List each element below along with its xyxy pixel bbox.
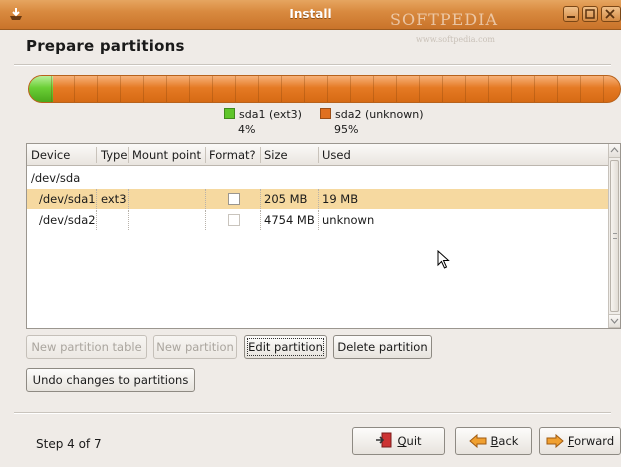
- partition-bar: [28, 75, 621, 103]
- new-partition-table-button[interactable]: New partition table: [26, 335, 147, 359]
- maximize-icon[interactable]: [582, 6, 598, 22]
- cell-divider: [96, 210, 97, 230]
- cell-divider: [96, 189, 97, 209]
- cell-divider: [128, 189, 129, 209]
- table-row[interactable]: /dev/sda: [27, 168, 610, 188]
- cell-size: 4754 MB: [264, 213, 315, 227]
- scroll-grip-icon: [613, 233, 617, 239]
- back-button[interactable]: Back: [455, 427, 532, 455]
- step-indicator: Step 4 of 7: [36, 437, 102, 451]
- vertical-scrollbar[interactable]: [608, 144, 620, 328]
- column-format[interactable]: Format?: [209, 148, 256, 162]
- title-bar[interactable]: Install: [0, 0, 621, 30]
- legend-sda2: sda2 (unknown) 95%: [320, 108, 424, 136]
- delete-partition-button[interactable]: Delete partition: [333, 335, 432, 359]
- format-checkbox[interactable]: [228, 193, 240, 205]
- column-type[interactable]: Type: [101, 148, 127, 162]
- column-divider: [205, 147, 206, 163]
- forward-button[interactable]: Forward: [539, 427, 621, 455]
- back-label: ack: [498, 434, 519, 448]
- cell-device: /dev/sda2: [39, 213, 96, 227]
- table-row[interactable]: /dev/sda2 4754 MB unknown: [27, 210, 610, 230]
- window-title: Install: [289, 7, 332, 21]
- divider: [14, 64, 611, 66]
- scroll-up-icon[interactable]: [609, 144, 620, 158]
- legend-sda1: sda1 (ext3) 4%: [224, 108, 302, 136]
- legend-label: sda1 (ext3): [239, 108, 302, 121]
- column-divider: [318, 147, 319, 163]
- legend-percent: 4%: [238, 123, 256, 136]
- quit-button[interactable]: Quit: [352, 427, 445, 455]
- cell-divider: [318, 189, 319, 209]
- new-partition-button[interactable]: New partition: [153, 335, 237, 359]
- forward-label: orward: [574, 434, 615, 448]
- mouse-pointer-icon: [437, 250, 450, 269]
- scroll-thumb[interactable]: [610, 160, 619, 312]
- page-title: Prepare partitions: [26, 37, 185, 55]
- cell-divider: [205, 210, 206, 230]
- cell-device: /dev/sda1: [39, 192, 96, 206]
- partition-table[interactable]: Device Type Mount point Format? Size Use…: [26, 143, 621, 329]
- legend-swatch-icon: [320, 108, 331, 119]
- scroll-down-icon[interactable]: [609, 314, 620, 328]
- edit-partition-button[interactable]: Edit partition: [244, 335, 327, 359]
- format-checkbox[interactable]: [228, 214, 240, 226]
- legend-percent: 95%: [334, 123, 359, 136]
- column-divider: [128, 147, 129, 163]
- close-icon[interactable]: [601, 6, 621, 22]
- column-size[interactable]: Size: [264, 148, 288, 162]
- column-device[interactable]: Device: [31, 148, 70, 162]
- cell-type: ext3: [101, 192, 127, 206]
- forward-arrow-icon: [546, 431, 564, 457]
- column-divider: [96, 147, 97, 163]
- cell-divider: [260, 189, 261, 209]
- column-used[interactable]: Used: [322, 148, 351, 162]
- cell-device: /dev/sda: [31, 171, 81, 185]
- table-header: Device Type Mount point Format? Size Use…: [27, 144, 610, 166]
- cell-divider: [128, 210, 129, 230]
- back-arrow-icon: [468, 431, 487, 457]
- watermark-url: www.softpedia.com: [416, 35, 495, 44]
- undo-changes-button[interactable]: Undo changes to partitions: [26, 368, 195, 392]
- cell-divider: [318, 210, 319, 230]
- quit-mnemonic: Q: [397, 434, 407, 448]
- table-row-selected[interactable]: /dev/sda1 ext3 205 MB 19 MB: [27, 189, 610, 209]
- column-mount-point[interactable]: Mount point: [132, 148, 201, 162]
- cell-divider: [260, 210, 261, 230]
- cell-used: unknown: [322, 213, 375, 227]
- legend-label: sda2 (unknown): [335, 108, 424, 121]
- cell-divider: [205, 189, 206, 209]
- minimize-icon[interactable]: [563, 6, 579, 22]
- cell-used: 19 MB: [322, 192, 359, 206]
- quit-label: uit: [406, 434, 422, 448]
- column-divider: [260, 147, 261, 163]
- legend-swatch-icon: [224, 108, 235, 119]
- cell-size: 205 MB: [264, 192, 308, 206]
- quit-icon: [375, 431, 393, 457]
- footer-divider: [14, 412, 611, 414]
- partition-bar-ticks: [29, 76, 620, 102]
